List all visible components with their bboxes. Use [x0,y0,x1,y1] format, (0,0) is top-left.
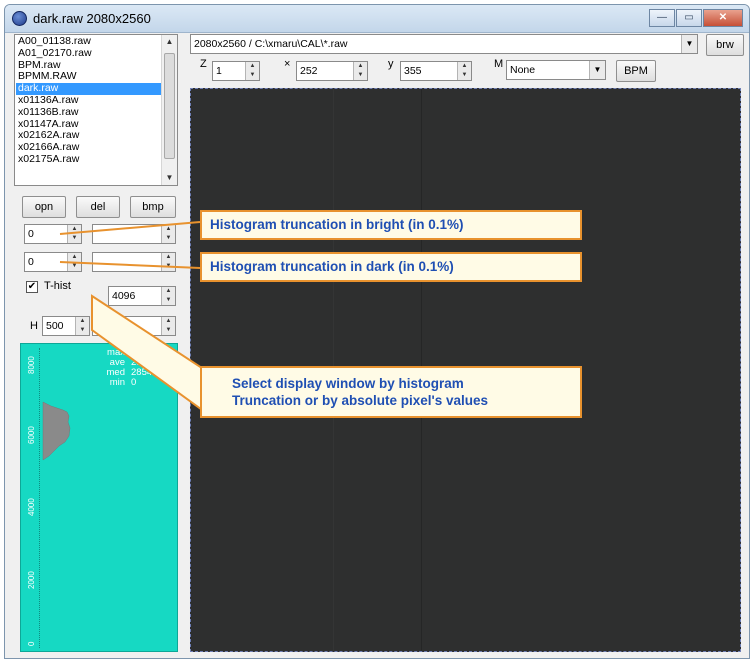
callout-display-window: Select display window by histogram Trunc… [200,366,582,418]
callout-dark-text: Histogram truncation in dark (in 0.1%) [210,259,454,274]
callout-bright-truncation: Histogram truncation in bright (in 0.1%) [200,210,582,240]
callout-leader-lines [59,221,206,414]
callout-dark-truncation: Histogram truncation in dark (in 0.1%) [200,252,582,282]
callout-window-line1: Select display window by histogram [232,376,464,391]
callout-window-line2: Truncation or by absolute pixel's values [232,393,489,408]
callout-bright-text: Histogram truncation in bright (in 0.1%) [210,217,464,232]
